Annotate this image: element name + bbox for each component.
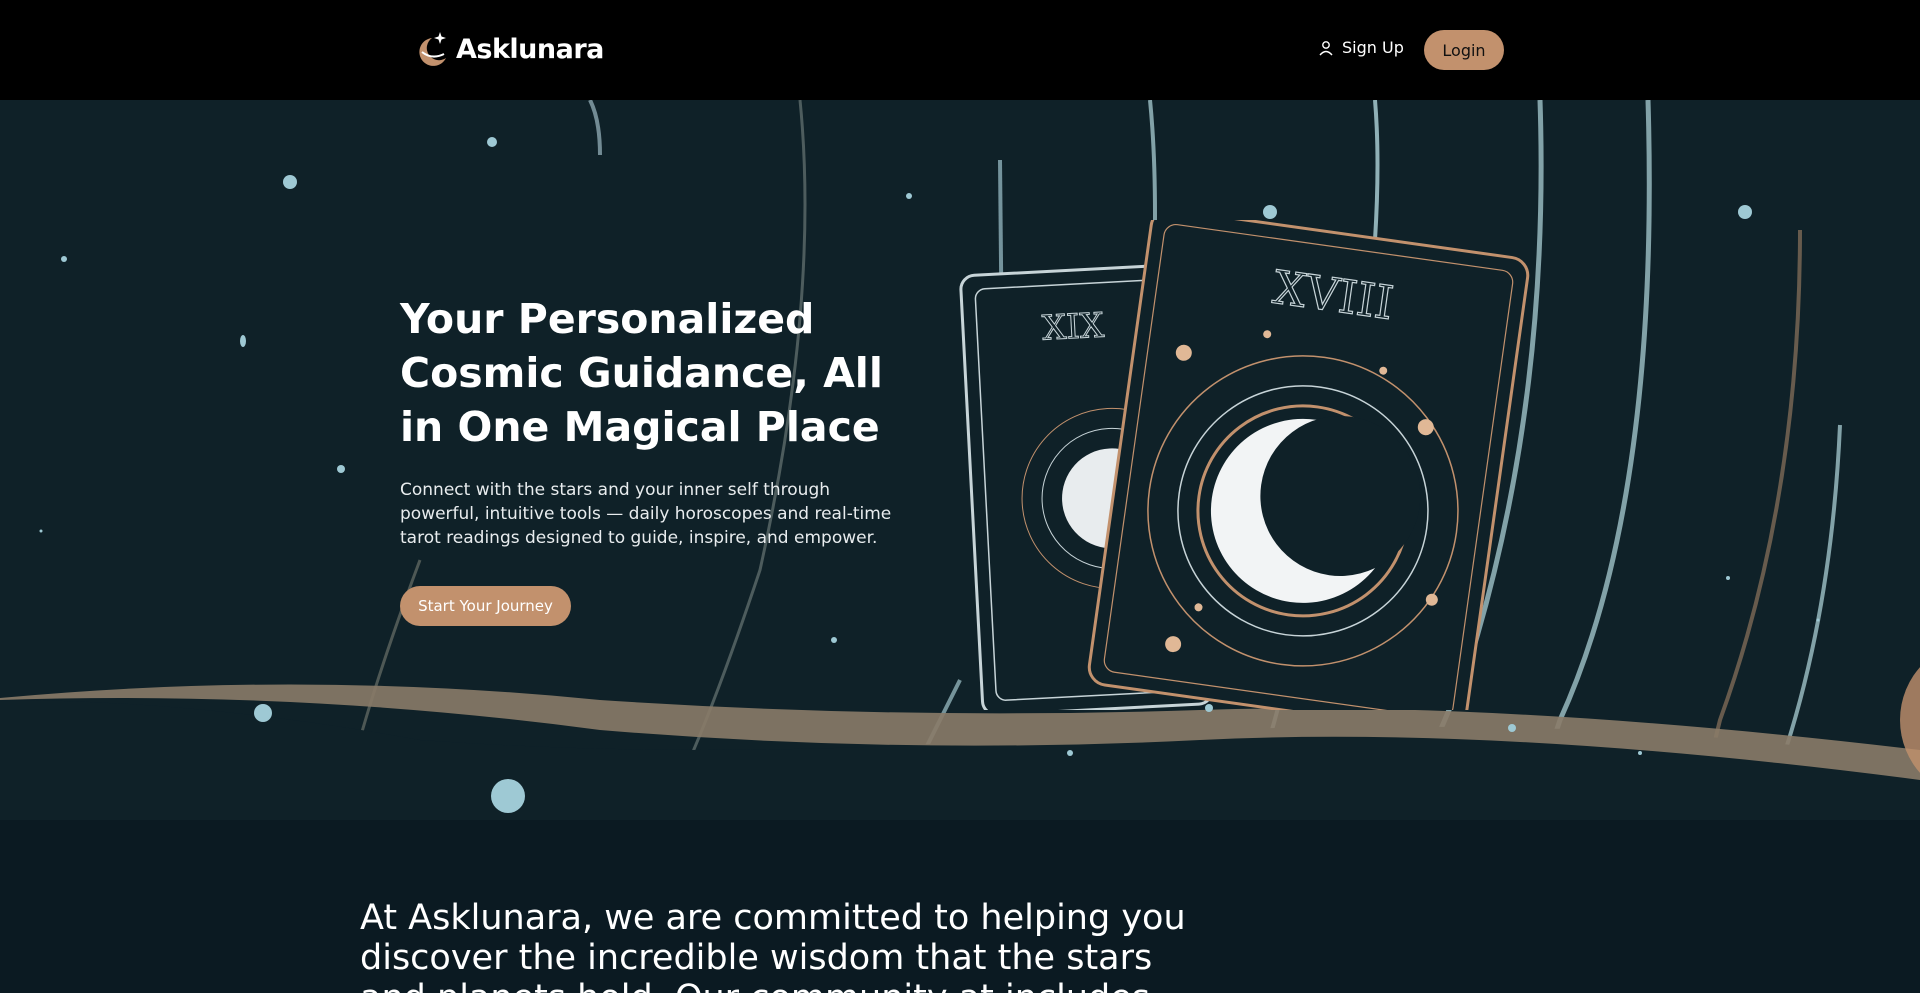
mission-statement: At Asklunara, we are committed to helpin… — [360, 898, 1186, 993]
top-navbar: Asklunara Sign Up Login — [0, 0, 1920, 100]
tarot-cards-illustration: XIX XVIII — [959, 220, 1530, 710]
hero-title: Your Personalized Cosmic Guidance, All i… — [400, 295, 883, 451]
card-numeral-back: XIX — [1041, 306, 1106, 349]
start-journey-button[interactable]: Start Your Journey — [400, 586, 571, 626]
user-icon — [1319, 40, 1333, 55]
crescent-moon-star-icon — [419, 32, 446, 66]
login-button[interactable]: Login — [1424, 30, 1504, 70]
signup-label: Sign Up — [1342, 38, 1404, 57]
hero-section: Your Personalized Cosmic Guidance, All i… — [0, 100, 1920, 820]
brand-name: Asklunara — [456, 33, 604, 65]
hero-description: Connect with the stars and your inner se… — [400, 480, 892, 548]
mission-section: At Asklunara, we are committed to helpin… — [0, 820, 1920, 993]
signup-link[interactable]: Sign Up — [1318, 38, 1404, 57]
brand-logo[interactable]: Asklunara — [414, 30, 604, 68]
